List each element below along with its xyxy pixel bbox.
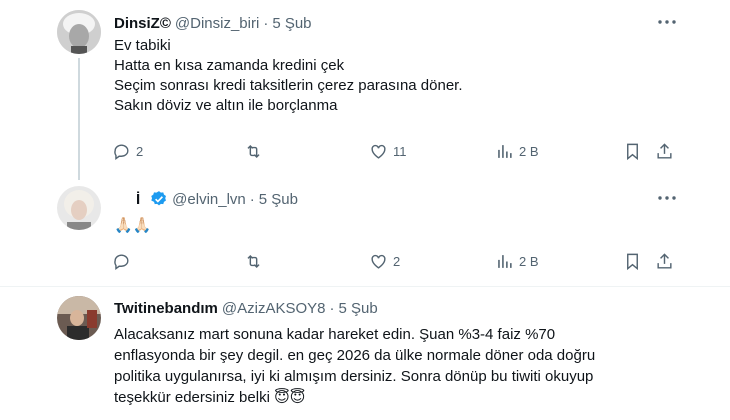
avatar[interactable] [57, 186, 101, 230]
retweet-icon [247, 254, 260, 268]
tweet-line: Alacaksanız mart sonuna kadar hareket ed… [114, 326, 556, 343]
display-name[interactable]: İ [136, 191, 140, 208]
more-icon[interactable] [657, 190, 677, 206]
bookmark-button[interactable] [623, 251, 642, 271]
tweet-header: İ @elvin_lvn · 5 Şub [114, 188, 298, 210]
tweet-line: Seçim sonrası kredi taksitlerin çerez pa… [114, 77, 463, 94]
tweet-3[interactable]: Twitinebandım @AzizAKSOY8 · 5 Şub Alacak… [0, 287, 730, 420]
display-name[interactable]: DinsiZ© [114, 15, 171, 32]
share-icon [657, 252, 672, 269]
retweet-button[interactable] [244, 141, 268, 161]
bookmark-button[interactable] [623, 141, 642, 161]
like-icon [371, 144, 386, 159]
like-button[interactable]: 11 [369, 141, 407, 161]
pray-emoji: 🙏🏻🙏🏻 [114, 217, 152, 234]
like-count: 11 [393, 143, 407, 159]
username[interactable]: @AzizAKSOY8 [222, 300, 326, 317]
reply-icon [114, 143, 129, 160]
avatar-image [57, 296, 101, 340]
timestamp[interactable]: 5 Şub [338, 300, 377, 317]
reply-count: 2 [136, 143, 144, 159]
timestamp[interactable]: 5 Şub [259, 191, 298, 208]
views-count: 2 B [519, 253, 539, 269]
thread-line [78, 58, 80, 180]
tweet-line: politika uygulanırsa, iyi ki almışım der… [114, 368, 594, 385]
tweet-header: Twitinebandım @AzizAKSOY8 · 5 Şub [114, 297, 378, 319]
share-icon [657, 142, 672, 159]
like-count: 2 [393, 253, 401, 269]
reply-button[interactable] [112, 251, 136, 271]
like-button[interactable]: 2 [369, 251, 400, 271]
action-bar: 2 2 B [110, 251, 680, 271]
tweet-line: enflasyonda bir şey degil. en geç 2026 d… [114, 347, 596, 364]
views-count: 2 B [519, 143, 539, 159]
more-icon[interactable] [657, 14, 677, 30]
views-icon [498, 144, 512, 158]
bookmark-icon [627, 143, 638, 160]
avatar[interactable] [57, 10, 101, 54]
views-icon [498, 254, 512, 268]
avatar[interactable] [57, 296, 101, 340]
action-bar: 2 11 2 B [110, 141, 680, 161]
views-button[interactable]: 2 B [495, 251, 539, 271]
display-name[interactable]: Twitinebandım [114, 300, 218, 317]
tweet-2[interactable]: İ @elvin_lvn · 5 Şub 🙏🏻🙏🏻 2 2 B [0, 180, 730, 286]
tweet-line: Hatta en kısa zamanda kredini çek [114, 57, 345, 74]
retweet-icon [247, 144, 260, 158]
separator-dot: · [249, 190, 255, 208]
avatar-image [57, 10, 101, 54]
tweet-line: Ev tabiki [114, 37, 171, 54]
views-button[interactable]: 2 B [495, 141, 539, 161]
separator-dot: · [263, 14, 269, 32]
tweet-header: DinsiZ© @Dinsiz_biri · 5 Şub [114, 12, 312, 34]
tweet-text: 🙏🏻🙏🏻 [114, 216, 151, 236]
tweet-1[interactable]: DinsiZ© @Dinsiz_biri · 5 Şub Ev tabiki H… [0, 0, 730, 180]
share-button[interactable] [655, 141, 674, 161]
username[interactable]: @Dinsiz_biri [175, 15, 259, 32]
tweet-text: Ev tabiki Hatta en kısa zamanda kredini … [114, 36, 463, 116]
avatar-image [57, 186, 101, 230]
like-icon [371, 254, 386, 269]
username[interactable]: @elvin_lvn [172, 191, 246, 208]
separator-dot: · [329, 299, 335, 317]
reply-button[interactable]: 2 [112, 141, 143, 161]
bookmark-icon [627, 253, 638, 270]
reply-icon [114, 253, 129, 270]
timestamp[interactable]: 5 Şub [272, 15, 311, 32]
tweet-line: Sakın döviz ve altın ile borçlanma [114, 97, 338, 114]
tweet-text: Alacaksanız mart sonuna kadar hareket ed… [114, 324, 595, 408]
verified-icon [150, 190, 168, 208]
retweet-button[interactable] [244, 251, 268, 271]
share-button[interactable] [655, 251, 674, 271]
tweet-line: teşekkür edersiniz belki 😇😇 [114, 389, 306, 406]
